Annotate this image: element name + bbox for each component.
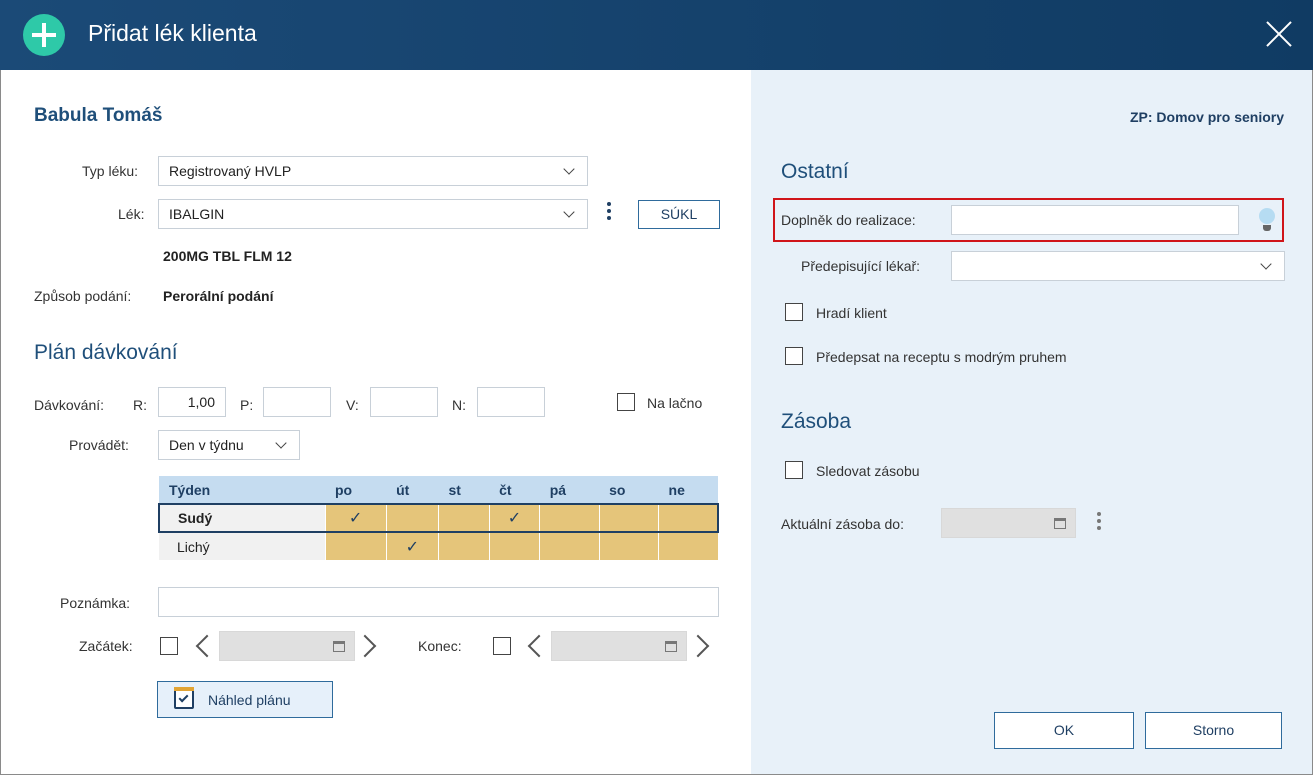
chevron-down-icon (275, 437, 287, 449)
plan-heading: Plán dávkování (34, 341, 178, 364)
zacatek-date-input[interactable] (219, 631, 355, 661)
more-options-icon[interactable] (1097, 512, 1101, 533)
typ-leku-value: Registrovaný HVLP (169, 163, 292, 179)
v-input[interactable] (370, 387, 438, 417)
nahled-planu-button[interactable]: Náhled plánu (157, 681, 333, 718)
konec-checkbox[interactable] (493, 637, 511, 655)
lek-value: IBALGIN (169, 206, 225, 222)
more-options-icon[interactable] (607, 202, 611, 223)
ostatni-heading: Ostatní (781, 160, 849, 183)
lek-label: Lék: (118, 206, 145, 222)
zp-label: ZP: Domov pro seniory (1129, 109, 1284, 125)
calendar-check-icon (174, 687, 194, 709)
add-icon (23, 14, 65, 56)
sukl-button[interactable]: SÚKL (638, 200, 720, 229)
hradi-klient-label: Hradí klient (816, 305, 887, 321)
day-cell[interactable] (599, 503, 660, 533)
storno-button[interactable]: Storno (1145, 712, 1282, 749)
poznamka-label: Poznámka: (60, 595, 131, 611)
column-header: ne (658, 476, 718, 504)
typ-leku-select[interactable]: Registrovaný HVLP (158, 156, 588, 186)
client-name: Babula Tomáš (34, 105, 163, 126)
poznamka-input[interactable] (158, 587, 719, 617)
predepsat-checkbox[interactable] (785, 347, 803, 365)
aktualni-zasoba-date-input[interactable] (941, 508, 1076, 538)
aktualni-zasoba-label: Aktuální zásoba do: (781, 516, 904, 532)
doplnek-label: Doplněk do realizace: (781, 212, 916, 228)
v-label: V: (346, 397, 359, 413)
p-input[interactable] (263, 387, 331, 417)
column-header: so (599, 476, 659, 504)
chevron-down-icon (563, 206, 575, 218)
konec-date-input[interactable] (551, 631, 687, 661)
close-icon[interactable] (1265, 20, 1293, 48)
zasoba-heading: Zásoba (781, 410, 852, 433)
week-cell: Sudý (158, 503, 326, 533)
table-row[interactable]: Sudý ✓ ✓ (158, 503, 720, 533)
day-cell[interactable] (658, 503, 720, 533)
na-lacno-label: Na lačno (647, 395, 703, 411)
zpusob-podani-value: Perorální podání (163, 288, 274, 304)
table-row[interactable]: Lichý ✓ (159, 532, 719, 560)
na-lacno-checkbox[interactable] (617, 393, 635, 411)
typ-leku-label: Typ léku: (82, 163, 139, 179)
predepisujici-label: Předepisující lékař: (801, 258, 921, 274)
r-label: R: (133, 397, 147, 413)
provadet-select[interactable]: Den v týdnu (158, 430, 300, 460)
calendar-icon[interactable] (1054, 518, 1066, 529)
sledovat-zasobu-label: Sledovat zásobu (816, 463, 920, 479)
sledovat-zasobu-checkbox[interactable] (785, 461, 803, 479)
column-header: út (386, 476, 439, 504)
n-input[interactable] (477, 387, 545, 417)
day-cell[interactable] (539, 532, 600, 560)
calendar-icon[interactable] (665, 641, 677, 652)
provadet-value: Den v týdnu (169, 437, 244, 453)
column-header: po (325, 476, 387, 504)
predepisujici-select[interactable] (951, 251, 1285, 281)
title-bar: Přidat lék klienta (0, 0, 1313, 70)
zacatek-label: Začátek: (79, 638, 133, 654)
chevron-down-icon (1260, 258, 1272, 270)
day-cell[interactable]: ✓ (325, 503, 387, 533)
davkovani-label: Dávkování: (34, 397, 105, 413)
lightbulb-base (1263, 225, 1271, 231)
day-cell[interactable] (438, 532, 490, 560)
nahled-planu-label: Náhled plánu (208, 692, 291, 708)
day-cell[interactable]: ✓ (489, 503, 541, 533)
p-label: P: (240, 397, 254, 413)
day-cell[interactable] (658, 532, 719, 560)
column-header: pá (539, 476, 600, 504)
day-cell[interactable] (489, 532, 541, 560)
predepsat-label: Předepsat na receptu s modrým pruhem (816, 349, 1067, 365)
day-cell[interactable] (386, 503, 439, 533)
day-cell[interactable]: ✓ (386, 532, 439, 560)
zpusob-podani-label: Způsob podání: (34, 288, 132, 304)
column-header: st (438, 476, 490, 504)
provadet-label: Provádět: (69, 437, 129, 453)
lek-detail: 200MG TBL FLM 12 (163, 248, 292, 264)
table-header-row: Týden po út st čt pá so ne (159, 476, 718, 504)
week-schedule-table: Týden po út st čt pá so ne Sudý ✓ ✓ Lich… (158, 476, 720, 560)
r-input[interactable]: 1,00 (158, 387, 226, 417)
ok-button[interactable]: OK (994, 712, 1134, 749)
zacatek-checkbox[interactable] (160, 637, 178, 655)
column-header: Týden (159, 476, 325, 504)
day-cell[interactable] (325, 532, 387, 560)
day-cell[interactable] (539, 503, 600, 533)
hradi-klient-checkbox[interactable] (785, 303, 803, 321)
doplnek-input[interactable] (951, 205, 1239, 235)
n-label: N: (452, 397, 466, 413)
lightbulb-icon[interactable] (1259, 208, 1275, 224)
window-title: Přidat lék klienta (88, 20, 257, 46)
day-cell[interactable] (438, 503, 490, 533)
calendar-icon[interactable] (333, 641, 345, 652)
week-cell: Lichý (159, 532, 326, 560)
day-cell[interactable] (599, 532, 660, 560)
lek-select[interactable]: IBALGIN (158, 199, 588, 229)
column-header: čt (489, 476, 540, 504)
chevron-down-icon (563, 163, 575, 175)
konec-label: Konec: (418, 638, 462, 654)
